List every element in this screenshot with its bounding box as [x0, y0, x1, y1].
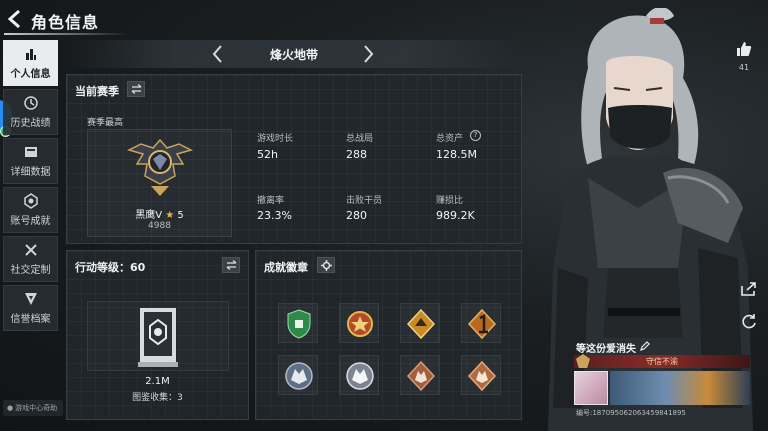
action-level-panel: 行动等级：60 2.1M 图鉴收集：3: [66, 250, 249, 420]
achievement-badge[interactable]: [461, 355, 501, 395]
achievements-settings-button[interactable]: [317, 257, 335, 273]
achievement-badge[interactable]: [400, 355, 440, 395]
sidebar-item-history[interactable]: 历史战绩: [3, 89, 58, 135]
achievements-panel: 成就徽章: [255, 250, 522, 420]
sidebar-item-reputation[interactable]: 信誉档案: [3, 285, 58, 331]
action-level-value: 2.1M: [145, 376, 170, 387]
shield-badge-icon: [287, 309, 311, 339]
number-one-badge-icon: [467, 308, 497, 340]
rank-name: 黑鹰V: [135, 210, 163, 221]
thumbs-up-icon: [737, 42, 752, 56]
achievement-badge[interactable]: [461, 303, 501, 343]
season-best-label: 赛季最高: [87, 118, 124, 128]
support-label: 游戏中心奇助: [15, 404, 58, 412]
support-icon: ●: [7, 404, 14, 412]
stat-value-operators-defeated: 280: [346, 209, 367, 222]
rank-line: 黑鹰V ★ 5: [88, 206, 231, 221]
season-switch-button[interactable]: [127, 81, 145, 97]
collection-cabinet-icon: [138, 308, 178, 367]
mode-selector: 烽火地带: [66, 40, 522, 68]
wolf-badge-silver-icon: [346, 362, 374, 390]
action-level-switch-button[interactable]: [222, 257, 240, 273]
player-name: 等这份爱消失: [576, 344, 636, 355]
sidebar-item-label: 历史战绩: [10, 118, 51, 129]
avatar: [574, 371, 608, 405]
sidebar-item-label: 详细数据: [10, 167, 51, 178]
achievement-icon: [23, 193, 38, 209]
swap-icon: [226, 260, 236, 270]
sidebar-item-achievements[interactable]: 账号成就: [3, 187, 58, 233]
stat-value-playtime: 52h: [257, 148, 278, 161]
back-arrow-icon[interactable]: [4, 8, 26, 30]
next-mode-arrow-icon[interactable]: [356, 42, 380, 66]
stat-value-total-assets: 128.5M: [436, 148, 477, 161]
sidebar-item-label: 个人信息: [10, 69, 51, 80]
season-panel-title: 当前赛季: [75, 85, 119, 98]
wolf-badge-bronze-icon: [406, 360, 436, 392]
reputation-icon: [24, 293, 37, 305]
share-icon[interactable]: [740, 281, 758, 297]
gear-icon: [320, 259, 332, 271]
rank-card: 黑鹰V ★ 5 4988: [87, 129, 232, 237]
stat-value-profit-loss: 989.2K: [436, 209, 475, 222]
stat-value-total-matches: 288: [346, 148, 367, 161]
name-card-banner: [610, 371, 750, 405]
swap-icon: [131, 84, 141, 94]
stat-value-extraction-rate: 23.3%: [257, 209, 292, 222]
season-panel: 当前赛季 赛季最高 黑鹰V ★ 5 4988 游戏时长 52h 总战局 288 …: [66, 74, 522, 244]
sidebar-item-detailed-data[interactable]: 详细数据: [3, 138, 58, 184]
help-icon[interactable]: ?: [470, 130, 481, 141]
refresh-icon[interactable]: [740, 312, 758, 330]
sidebar-item-personal-info[interactable]: 个人信息: [3, 40, 58, 86]
stat-label-operators-defeated: 击败干员: [346, 196, 383, 206]
title-underline: [4, 33, 128, 35]
data-card-icon: [24, 147, 37, 157]
stat-label-playtime: 游戏时长: [257, 134, 294, 144]
achievement-badge[interactable]: [278, 303, 318, 343]
player-title: 守信不渝: [646, 357, 678, 366]
achievement-badge[interactable]: [339, 303, 379, 343]
rank-stars: 5: [177, 210, 184, 221]
player-card[interactable]: 等这份爱消失 守信不渝 编号:187095062063459841895: [572, 338, 752, 420]
collection-display: [87, 301, 229, 371]
like-count: 41: [738, 63, 750, 72]
stat-label-total-matches: 总战局: [346, 134, 374, 144]
wolf-badge-copper-icon: [467, 360, 497, 392]
achievements-title: 成就徽章: [264, 261, 308, 274]
player-id: 编号:187095062063459841895: [576, 409, 686, 417]
page-title: 角色信息: [31, 13, 100, 32]
achievement-badge[interactable]: [278, 355, 318, 395]
sidebar-item-label: 账号成就: [10, 216, 51, 227]
sidebar-item-social[interactable]: 社交定制: [3, 236, 58, 282]
bar-chart-icon: [25, 49, 36, 60]
action-level-title: 行动等级：60: [75, 261, 146, 274]
collection-count: 图鉴收集：3: [132, 393, 183, 403]
wolf-badge-blue-icon: [285, 362, 313, 390]
achievement-badge[interactable]: [400, 303, 440, 343]
star-medal-badge-icon: [347, 311, 373, 337]
rank-score: 4988: [148, 221, 171, 231]
star-icon: ★: [165, 210, 175, 221]
stat-label-profit-loss: 赚损比: [436, 196, 464, 206]
black-hawk-rank-emblem-icon: [126, 138, 194, 196]
achievement-badge[interactable]: [339, 355, 379, 395]
sidebar-item-label: 社交定制: [10, 265, 51, 276]
edit-pencil-icon[interactable]: [640, 341, 650, 351]
like-button[interactable]: 41: [731, 40, 757, 72]
mode-name: 烽火地带: [269, 48, 318, 62]
gold-emblem-badge-icon: [406, 308, 436, 340]
tools-icon: [24, 244, 37, 256]
game-center-support-link[interactable]: ● 游戏中心奇助: [3, 400, 63, 416]
stat-label-total-assets: 总资产: [436, 134, 464, 144]
sidebar-item-label: 信誉档案: [10, 314, 51, 325]
player-title-banner: 守信不渝: [574, 355, 750, 368]
history-icon: [23, 96, 38, 110]
stat-label-extraction-rate: 撤离率: [257, 196, 285, 206]
